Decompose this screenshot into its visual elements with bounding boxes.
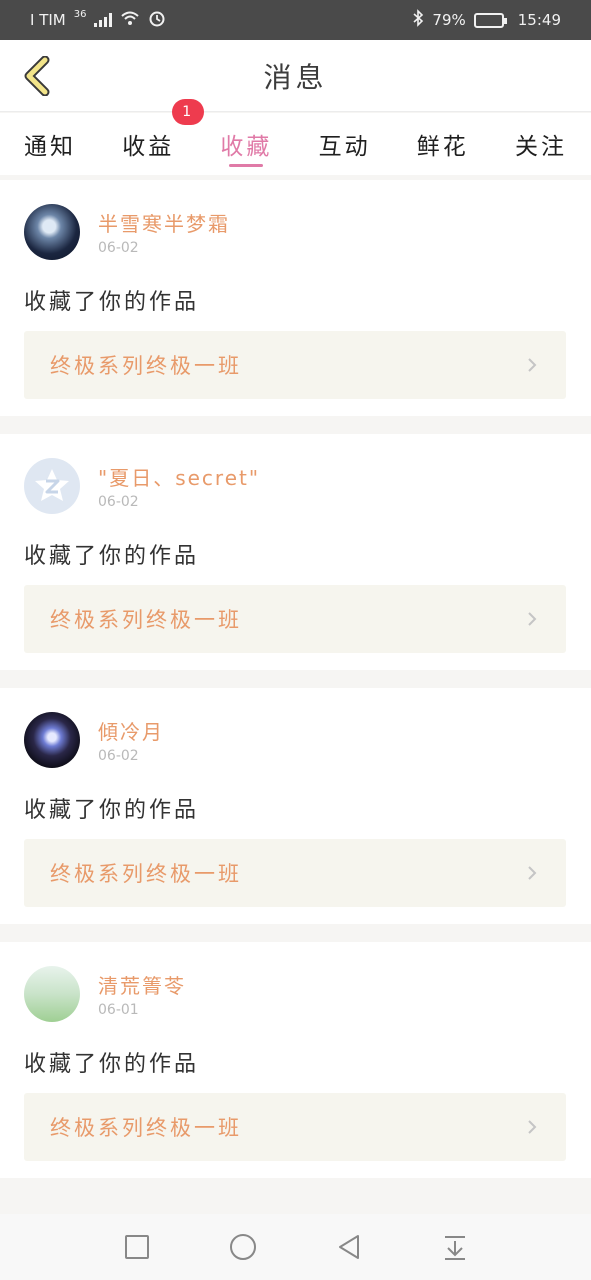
tab-label: 收益	[122, 134, 175, 160]
chevron-right-icon	[528, 866, 537, 880]
app-header: 消息	[0, 40, 591, 112]
list-item: 半雪寒半梦霜 06-02 收藏了你的作品 终极系列终极一班	[0, 180, 591, 416]
page-title: 消息	[263, 60, 328, 94]
clock-text: 15:49	[517, 11, 561, 29]
chevron-right-icon	[528, 612, 537, 626]
recent-apps-button[interactable]	[123, 1233, 151, 1261]
default-avatar-icon	[35, 469, 69, 501]
username[interactable]: 清荒箐苓	[98, 970, 186, 999]
network-text: 36	[73, 8, 87, 20]
action-text: 收藏了你的作品	[24, 1052, 200, 1077]
timestamp: 06-02	[98, 494, 139, 510]
list-item: 傾冷月 06-02 收藏了你的作品 终极系列终极一班	[0, 688, 591, 924]
work-title: 终极系列终极一班	[50, 1116, 242, 1140]
work-link[interactable]: 终极系列终极一班	[24, 585, 566, 653]
timestamp: 06-02	[98, 748, 139, 764]
collapse-button[interactable]	[441, 1233, 469, 1261]
chevron-right-icon	[528, 1120, 537, 1134]
timestamp: 06-02	[98, 240, 139, 256]
status-bar: I TIM 36 79% 15:49	[0, 0, 591, 40]
battery-icon	[473, 12, 507, 28]
avatar[interactable]	[24, 966, 80, 1022]
unread-badge: 1	[172, 99, 205, 125]
square-icon	[124, 1235, 149, 1259]
list-item: 清荒箐苓 06-01 收藏了你的作品 终极系列终极一班	[0, 942, 591, 1178]
avatar[interactable]	[24, 712, 80, 768]
triangle-back-icon	[338, 1235, 359, 1259]
signal-icon	[94, 13, 113, 27]
tab-follows[interactable]: 关注	[515, 113, 567, 175]
alarm-icon	[148, 9, 166, 31]
username[interactable]: 傾冷月	[98, 716, 164, 745]
tab-flowers[interactable]: 鲜花	[417, 113, 469, 175]
avatar[interactable]	[24, 458, 80, 514]
system-back-button[interactable]	[335, 1233, 363, 1261]
action-text: 收藏了你的作品	[24, 544, 200, 569]
bluetooth-icon	[412, 9, 424, 31]
tab-label: 互动	[318, 134, 371, 160]
username[interactable]: "夏日、secret"	[98, 462, 260, 491]
work-title: 终极系列终极一班	[50, 862, 242, 886]
avatar[interactable]	[24, 204, 80, 260]
battery-percent: 79%	[432, 11, 466, 29]
carrier-text: I TIM	[30, 11, 66, 29]
tab-label: 收藏	[220, 134, 273, 160]
work-title: 终极系列终极一班	[50, 608, 242, 632]
status-right: 79% 15:49	[412, 9, 561, 31]
action-text: 收藏了你的作品	[24, 798, 200, 823]
tab-notifications[interactable]: 通知	[24, 113, 76, 175]
circle-icon	[229, 1234, 256, 1260]
tab-label: 鲜花	[416, 134, 469, 160]
message-feed: 半雪寒半梦霜 06-02 收藏了你的作品 终极系列终极一班 "夏日、secret…	[0, 180, 591, 1196]
work-link[interactable]: 终极系列终极一班	[24, 331, 566, 399]
chevron-right-icon	[528, 358, 537, 372]
status-left: I TIM 36	[30, 9, 166, 31]
system-nav-bar	[0, 1214, 591, 1280]
tab-earnings[interactable]: 收益 1	[122, 99, 205, 175]
tab-favorites[interactable]: 收藏	[220, 113, 272, 175]
work-link[interactable]: 终极系列终极一班	[24, 839, 566, 907]
chevron-left-icon	[24, 56, 50, 96]
tab-label: 关注	[514, 134, 567, 160]
tab-label: 通知	[24, 134, 76, 160]
action-text: 收藏了你的作品	[24, 290, 200, 315]
collapse-down-icon	[444, 1236, 465, 1260]
list-item: "夏日、secret" 06-02 收藏了你的作品 终极系列终极一班	[0, 434, 591, 670]
work-link[interactable]: 终极系列终极一班	[24, 1093, 566, 1161]
timestamp: 06-01	[98, 1002, 139, 1018]
work-title: 终极系列终极一班	[50, 354, 242, 378]
tab-interactions[interactable]: 互动	[319, 113, 371, 175]
username[interactable]: 半雪寒半梦霜	[98, 208, 230, 237]
home-button[interactable]	[229, 1233, 257, 1261]
back-button[interactable]	[14, 54, 58, 98]
wifi-icon	[120, 10, 140, 30]
tab-bar: 通知 收益 1 收藏 互动 鲜花 关注	[0, 99, 591, 175]
